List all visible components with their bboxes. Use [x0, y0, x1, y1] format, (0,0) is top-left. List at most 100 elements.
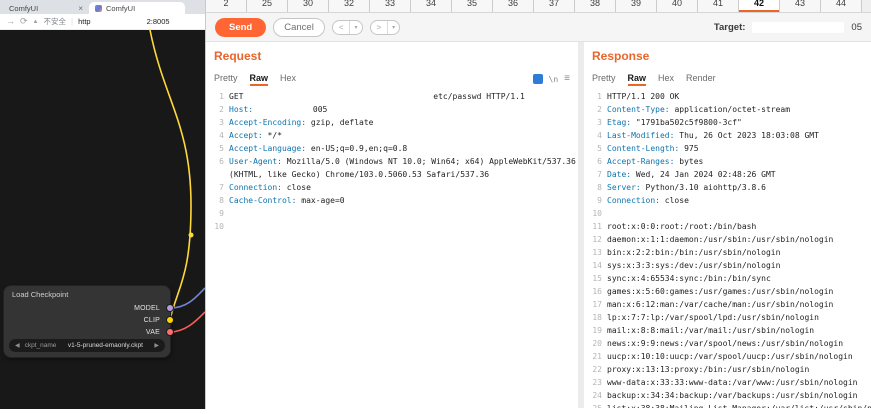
- text-segment: Mozilla/5.0 (Windows NT 10.0; Win64; x64…: [229, 157, 576, 179]
- output-label: MODEL: [134, 304, 160, 312]
- history-forward-button[interactable]: > ▾: [369, 19, 401, 35]
- text-segment: sys:x:3:3:sys:/dev:/usr/sbin/nologin: [607, 261, 781, 270]
- forward-icon[interactable]: >: [371, 21, 388, 34]
- browser-tab-strip: ComfyUI × ComfyUI: [0, 0, 205, 14]
- close-icon[interactable]: ×: [78, 4, 83, 13]
- redacted-text: [258, 105, 313, 112]
- wire-reroute-dot[interactable]: [188, 232, 194, 238]
- line-number: 3: [597, 118, 602, 127]
- prev-value-icon[interactable]: ◀: [15, 342, 20, 349]
- repeater-tab-label: 25: [261, 0, 272, 8]
- request-panel: Request Pretty Raw Hex \n ≡ 1 GET etc/passw…: [206, 42, 578, 408]
- repeater-tab[interactable]: 35: [452, 0, 493, 12]
- ckpt-name-widget[interactable]: ◀ ckpt_name v1-5-pruned-emaonly.ckpt ▶: [9, 339, 165, 352]
- response-editor[interactable]: 1 HTTP/1.1 200 OK 2 Content-Type: applicati…: [592, 90, 871, 408]
- code-line: 14 sys:x:3:3:sys:/dev:/usr/sbin/nologin: [592, 259, 871, 272]
- back-icon[interactable]: <: [333, 21, 350, 34]
- request-editor-tabs: Pretty Raw Hex \n ≡: [214, 71, 578, 86]
- line-number: 16: [592, 287, 602, 296]
- browser-window: ComfyUI × ComfyUI → ⟳ ▲ 不安全 | http 2:800…: [0, 0, 205, 409]
- line-number: 7: [597, 170, 602, 179]
- inspector-toggle-icon[interactable]: [532, 74, 543, 84]
- repeater-tab[interactable]: 39: [616, 0, 657, 12]
- line-number: 18: [592, 313, 602, 322]
- header-name: Accept-Ranges:: [607, 157, 675, 166]
- browser-tab-active[interactable]: ComfyUI: [89, 2, 185, 14]
- repeater-tab-label: 33: [384, 0, 395, 8]
- load-checkpoint-node[interactable]: Load Checkpoint MODEL CLIP VAE ◀ ckpt_name…: [4, 286, 173, 357]
- send-button[interactable]: Send: [215, 17, 267, 37]
- request-editor[interactable]: 1 GET etc/passwd HTTP/1.1 2 Host: 005 3 Accep…: [214, 90, 578, 233]
- line-number: 6: [597, 157, 602, 166]
- line-text: [229, 220, 578, 233]
- text-segment: backup:x:34:34:backup:/var/backups:/usr/…: [607, 391, 858, 400]
- repeater-tab[interactable]: 34: [411, 0, 452, 12]
- repeater-tab[interactable]: 30: [288, 0, 329, 12]
- text-segment: proxy:x:13:13:proxy:/bin:/usr/sbin/nolog…: [607, 365, 810, 374]
- chevron-down-icon[interactable]: ▾: [349, 20, 361, 34]
- text-segment: bytes: [674, 157, 704, 166]
- forward-icon[interactable]: →: [6, 17, 15, 26]
- output-slot-dot[interactable]: [167, 317, 173, 323]
- history-back-button[interactable]: < ▾: [331, 19, 363, 35]
- editor-tab-pretty[interactable]: Pretty: [592, 73, 616, 86]
- code-line: 6 Accept-Ranges: bytes: [592, 155, 871, 168]
- code-line: 22 proxy:x:13:13:proxy:/bin:/usr/sbin/nol…: [592, 363, 871, 376]
- show-newlines-icon[interactable]: \n: [549, 75, 559, 84]
- reload-icon[interactable]: ⟳: [20, 17, 28, 26]
- editor-tab-raw[interactable]: Raw: [628, 73, 647, 86]
- line-number: 22: [592, 365, 602, 374]
- editor-menu-icon[interactable]: ≡: [564, 74, 570, 84]
- code-line: 9 Connection: close: [592, 194, 871, 207]
- next-value-icon[interactable]: ▶: [154, 342, 159, 349]
- editor-tab-hex[interactable]: Hex: [280, 73, 296, 86]
- repeater-tab[interactable]: 42: [739, 0, 780, 12]
- output-label: CLIP: [143, 316, 160, 324]
- editor-tab-hex[interactable]: Hex: [658, 73, 674, 86]
- repeater-tab[interactable]: 32: [329, 0, 370, 12]
- comfyui-canvas[interactable]: Load Checkpoint MODEL CLIP VAE ◀ ckpt_name…: [0, 30, 205, 409]
- header-name: Connection:: [229, 183, 282, 192]
- code-line: 3 Accept-Encoding: gzip, deflate: [214, 116, 578, 129]
- url-suffix: 2:8005: [146, 17, 170, 26]
- repeater-tab[interactable]: 44: [821, 0, 862, 12]
- target-label: Target:: [713, 21, 746, 33]
- text-segment: gzip, deflate: [306, 118, 374, 127]
- repeater-tab[interactable]: 40: [657, 0, 698, 12]
- repeater-tab[interactable]: 33: [370, 0, 411, 12]
- code-line: 12 daemon:x:1:1:daemon:/usr/sbin:/usr/sbi…: [592, 233, 871, 246]
- line-number: 7: [219, 183, 224, 192]
- line-text: Connection: close: [229, 181, 578, 194]
- editor-tab-pretty[interactable]: Pretty: [214, 73, 238, 86]
- repeater-tab[interactable]: 2: [206, 0, 247, 12]
- editor-tab-render[interactable]: Render: [686, 73, 716, 86]
- line-number: 20: [592, 339, 602, 348]
- cancel-button[interactable]: Cancel: [273, 17, 325, 37]
- repeater-tab[interactable]: 37: [534, 0, 575, 12]
- redacted-target-host: [752, 21, 845, 33]
- repeater-toolbar: Send Cancel < ▾ > ▾ Target: 05: [206, 13, 871, 42]
- line-text: Host: 005: [229, 103, 578, 116]
- output-slot-dot[interactable]: [167, 329, 173, 335]
- not-secure-warning-icon[interactable]: ▲: [33, 19, 39, 25]
- browser-tab[interactable]: ComfyUI ×: [3, 2, 89, 14]
- header-name: Content-Type:: [607, 105, 670, 114]
- line-text: Connection: close: [607, 194, 871, 207]
- repeater-tab[interactable]: 38: [575, 0, 616, 12]
- repeater-tab[interactable]: 41: [698, 0, 739, 12]
- repeater-tab[interactable]: 25: [247, 0, 288, 12]
- code-line: 19 mail:x:8:8:mail:/var/mail:/usr/sbin/no…: [592, 324, 871, 337]
- code-line: 2 Host: 005: [214, 103, 578, 116]
- editor-tab-raw[interactable]: Raw: [250, 73, 269, 86]
- chevron-down-icon[interactable]: ▾: [387, 20, 399, 34]
- address-bar[interactable]: → ⟳ ▲ 不安全 | http 2:8005: [0, 14, 205, 30]
- line-text: www-data:x:33:33:www-data:/var/www:/usr/…: [607, 376, 871, 389]
- browser-tab-label: ComfyUI: [106, 3, 136, 13]
- repeater-tab[interactable]: 36: [493, 0, 534, 12]
- line-number: 4: [219, 131, 224, 140]
- header-name: Date:: [607, 170, 632, 179]
- line-number: 1: [597, 92, 602, 101]
- output-slot-dot[interactable]: [167, 305, 173, 311]
- code-line: 23 www-data:x:33:33:www-data:/var/www:/us…: [592, 376, 871, 389]
- repeater-tab[interactable]: 43: [780, 0, 821, 12]
